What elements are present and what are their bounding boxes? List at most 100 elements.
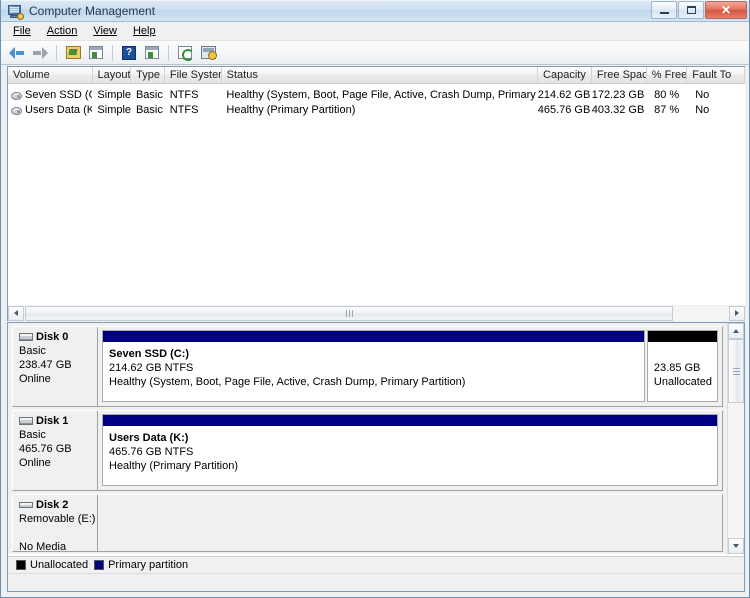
column-header-free-space[interactable]: Free Space bbox=[592, 67, 647, 83]
partition-color-bar bbox=[103, 331, 644, 342]
properties-button[interactable] bbox=[197, 43, 219, 63]
vertical-scroll-track[interactable] bbox=[728, 339, 744, 538]
chevron-up-icon bbox=[733, 329, 739, 333]
toolbar-separator bbox=[56, 44, 57, 61]
column-header-layout[interactable]: Layout bbox=[93, 67, 132, 83]
partition-k[interactable]: Users Data (K:) 465.76 GB NTFS Healthy (… bbox=[102, 414, 718, 486]
cell-type: Basic bbox=[135, 89, 163, 101]
toolbar-separator bbox=[168, 44, 169, 61]
column-header-volume[interactable]: Volume bbox=[8, 67, 93, 83]
properties-icon bbox=[200, 46, 217, 60]
window-controls: ✕ bbox=[651, 1, 747, 19]
disk-row[interactable]: Disk 2 Removable (E:) No Media bbox=[12, 494, 723, 553]
partition-status: Unallocated bbox=[653, 376, 712, 388]
menu-help[interactable]: Help bbox=[125, 23, 164, 39]
legend-item-primary-partition: Primary partition bbox=[94, 559, 188, 571]
up-folder-button[interactable] bbox=[62, 43, 84, 63]
back-icon bbox=[9, 46, 25, 59]
back-button[interactable] bbox=[6, 43, 28, 63]
partition-legend: Unallocated Primary partition bbox=[8, 556, 744, 573]
show-action-pane-button[interactable] bbox=[141, 43, 163, 63]
cell-fault-tolerance: No bbox=[695, 89, 710, 101]
hard-disk-icon bbox=[19, 333, 33, 341]
partition-size: 23.85 GB bbox=[653, 362, 701, 374]
removable-disk-icon bbox=[19, 502, 33, 508]
disk-graphical-pane: Disk 0 Basic 238.47 GB Online Seven SSD … bbox=[7, 322, 745, 592]
show-console-tree-icon bbox=[89, 46, 103, 59]
menu-file[interactable]: File bbox=[5, 23, 39, 39]
column-header-capacity[interactable]: Capacity bbox=[538, 67, 592, 83]
legend-filler bbox=[8, 573, 744, 591]
horizontal-scrollbar[interactable] bbox=[7, 305, 745, 321]
minimize-icon bbox=[659, 11, 669, 14]
disk-list: Disk 0 Basic 238.47 GB Online Seven SSD … bbox=[8, 323, 727, 554]
drive-icon bbox=[11, 91, 22, 100]
partition-size: 465.76 GB NTFS bbox=[109, 446, 194, 458]
legend-swatch-unallocated bbox=[16, 560, 26, 570]
hard-disk-icon bbox=[19, 417, 33, 425]
partition-unallocated[interactable]: 23.85 GB Unallocated bbox=[646, 330, 718, 402]
show-console-tree-button[interactable] bbox=[85, 43, 107, 63]
window-title: Computer Management bbox=[29, 3, 156, 18]
forward-button[interactable] bbox=[29, 43, 51, 63]
cell-status: Healthy (Primary Partition) bbox=[226, 104, 356, 116]
disk-state: Online bbox=[19, 373, 51, 385]
horizontal-scroll-track[interactable] bbox=[24, 305, 729, 321]
partition-title: Users Data (K:) bbox=[109, 432, 189, 444]
minimize-button[interactable] bbox=[651, 1, 677, 19]
help-button[interactable]: ? bbox=[118, 43, 140, 63]
partition-status: Healthy (Primary Partition) bbox=[109, 460, 238, 472]
menu-action[interactable]: Action bbox=[39, 23, 86, 39]
scroll-up-button[interactable] bbox=[728, 323, 744, 339]
disk-row[interactable]: Disk 1 Basic 465.76 GB Online Users Data… bbox=[12, 410, 723, 491]
cell-percent-free: 80 % bbox=[654, 89, 680, 101]
legend-item-unallocated: Unallocated bbox=[16, 559, 88, 571]
close-button[interactable]: ✕ bbox=[705, 1, 747, 19]
disk-size bbox=[19, 526, 97, 540]
menu-action-label: Action bbox=[46, 25, 78, 37]
column-header-status[interactable]: Status bbox=[222, 67, 539, 83]
up-folder-icon bbox=[65, 46, 81, 59]
scroll-left-button[interactable] bbox=[8, 305, 24, 321]
horizontal-scroll-thumb[interactable] bbox=[25, 305, 673, 321]
menu-view[interactable]: View bbox=[85, 23, 125, 39]
disk-info-disk-1[interactable]: Disk 1 Basic 465.76 GB Online bbox=[13, 411, 98, 490]
cell-percent-free: 87 % bbox=[654, 104, 680, 116]
disk-type: Removable (E:) bbox=[19, 513, 96, 525]
vertical-scroll-thumb[interactable] bbox=[728, 339, 744, 403]
show-action-pane-icon bbox=[145, 46, 159, 59]
grip-icon bbox=[345, 309, 353, 317]
partition-color-bar bbox=[647, 331, 717, 342]
table-row[interactable]: Seven SSD (C:) Simple Basic NTFS Healthy… bbox=[8, 89, 745, 102]
column-header-file-system[interactable]: File System bbox=[165, 67, 222, 83]
drive-icon bbox=[11, 106, 22, 115]
partition-title: Seven SSD (C:) bbox=[109, 348, 190, 360]
menu-bar: File Action View Help bbox=[1, 22, 749, 41]
disk-name: Disk 1 bbox=[36, 415, 69, 427]
toolbar-separator bbox=[112, 44, 113, 61]
maximize-icon bbox=[686, 6, 696, 14]
grip-icon bbox=[732, 367, 740, 375]
legend-label-primary: Primary partition bbox=[108, 559, 189, 571]
disk-row[interactable]: Disk 0 Basic 238.47 GB Online Seven SSD … bbox=[12, 326, 723, 407]
cell-capacity: 214.62 GB bbox=[537, 89, 591, 101]
computer-management-window: Computer Management ✕ File Action View H… bbox=[0, 0, 750, 598]
refresh-button[interactable] bbox=[174, 43, 196, 63]
disk-type: Basic bbox=[19, 345, 46, 357]
volume-list-header: Volume Layout Type File System Status Ca… bbox=[8, 67, 745, 84]
disk-info-disk-2[interactable]: Disk 2 Removable (E:) No Media bbox=[13, 495, 98, 553]
disk-info-disk-0[interactable]: Disk 0 Basic 238.47 GB Online bbox=[13, 327, 98, 406]
column-header-fault-tolerance[interactable]: Fault To bbox=[687, 67, 745, 83]
column-header-percent-free[interactable]: % Free bbox=[647, 67, 688, 83]
column-header-type[interactable]: Type bbox=[131, 67, 165, 83]
maximize-button[interactable] bbox=[678, 1, 704, 19]
disk-1-partitions: Users Data (K:) 465.76 GB NTFS Healthy (… bbox=[98, 411, 722, 490]
title-bar: Computer Management ✕ bbox=[1, 0, 749, 22]
table-row[interactable]: Users Data (K:) Simple Basic NTFS Health… bbox=[8, 104, 745, 117]
cell-type: Basic bbox=[135, 104, 163, 116]
partition-c[interactable]: Seven SSD (C:) 214.62 GB NTFS Healthy (S… bbox=[102, 330, 645, 402]
vertical-scrollbar[interactable] bbox=[727, 323, 744, 554]
scroll-right-button[interactable] bbox=[729, 305, 745, 321]
scroll-down-button[interactable] bbox=[728, 538, 744, 554]
cell-volume: Users Data (K:) bbox=[25, 104, 92, 116]
